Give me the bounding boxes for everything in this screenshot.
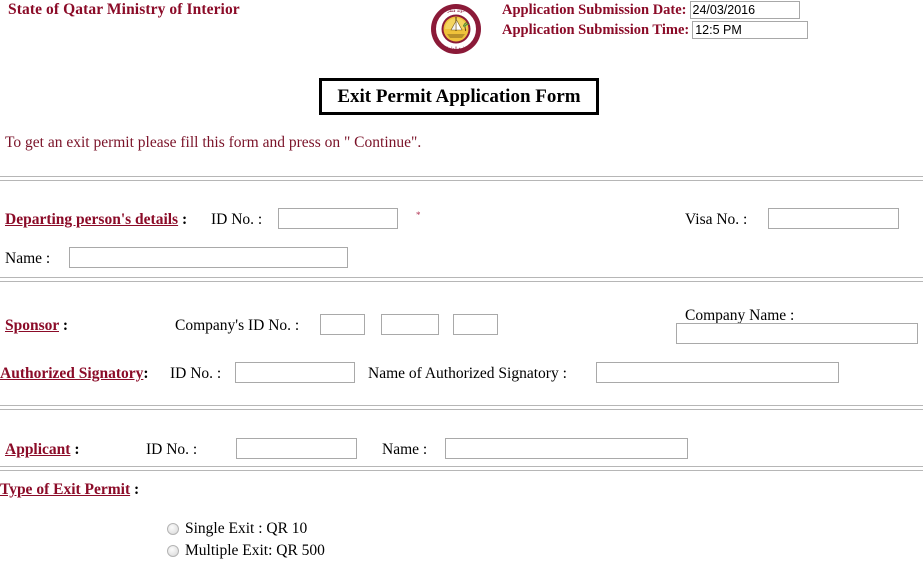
exit-permit-form-page: State of Qatar Ministry of Interior دولة… [0, 0, 923, 575]
section-divider-4 [0, 466, 923, 467]
submission-time-label: Application Submission Time: [502, 22, 690, 38]
applicant-section-text: Applicant [5, 441, 71, 458]
radio-multiple-exit-label: Multiple Exit: QR 500 [185, 542, 325, 559]
signatory-name-label: Name of Authorized Signatory : [368, 365, 567, 382]
submission-info-block: Application Submission Date: Application… [502, 1, 922, 41]
departing-id-input[interactable] [278, 208, 398, 229]
applicant-name-input[interactable] [445, 438, 688, 459]
signatory-name-input[interactable] [596, 362, 839, 383]
visa-no-label: Visa No. : [685, 211, 748, 228]
section-divider-3 [0, 405, 923, 406]
company-id-label: Company's ID No. : [175, 317, 300, 334]
organization-title: State of Qatar Ministry of Interior [8, 1, 240, 18]
permit-type-option-multiple[interactable]: Multiple Exit: QR 500 [167, 543, 325, 559]
page-title: Exit Permit Application Form [337, 85, 581, 107]
departing-person-section-text: Departing person's details [5, 211, 179, 228]
permit-type-section-colon: : [130, 481, 140, 498]
departing-id-label: ID No. : [211, 211, 263, 228]
submission-date-field[interactable] [689, 1, 800, 19]
departing-person-section-label: Departing person's details : [5, 211, 187, 229]
permit-type-section-label: Type of Exit Permit : [0, 481, 139, 499]
departing-name-label: Name : [5, 250, 51, 267]
sponsor-section-text: Sponsor [5, 317, 59, 334]
section-divider-2b [0, 281, 923, 282]
visa-no-input[interactable] [768, 208, 899, 229]
company-name-input[interactable] [676, 323, 918, 344]
permit-type-section-text: Type of Exit Permit [0, 481, 131, 498]
qatar-moi-emblem-icon: دولة قطر وزارة الداخلية [427, 3, 485, 55]
applicant-id-label: ID No. : [146, 441, 198, 458]
svg-text:وزارة الداخلية: وزارة الداخلية [443, 47, 468, 52]
svg-text:دولة قطر: دولة قطر [446, 9, 464, 14]
applicant-id-input[interactable] [236, 438, 357, 459]
submission-time-field[interactable] [692, 21, 809, 39]
authorized-signatory-section-text: Authorized Signatory [0, 365, 144, 382]
applicant-section-colon: : [70, 441, 80, 458]
radio-single-exit-label: Single Exit : QR 10 [185, 520, 308, 537]
departing-id-required-marker: * [416, 210, 421, 220]
signatory-id-label: ID No. : [170, 365, 222, 382]
company-id-part3-input[interactable] [453, 314, 498, 335]
authorized-signatory-section-label: Authorized Signatory: [0, 365, 149, 383]
section-divider-3b [0, 409, 923, 410]
radio-single-exit-icon[interactable] [167, 523, 179, 535]
radio-multiple-exit-icon[interactable] [167, 545, 179, 557]
sponsor-section-colon: : [59, 317, 69, 334]
section-divider-2 [0, 277, 923, 278]
submission-date-row: Application Submission Date: [502, 1, 922, 19]
departing-person-section-colon: : [178, 211, 188, 228]
applicant-name-label: Name : [382, 441, 428, 458]
submission-date-label: Application Submission Date: [502, 2, 687, 18]
submission-time-row: Application Submission Time: [502, 21, 922, 39]
departing-name-input[interactable] [69, 247, 348, 268]
instruction-text: To get an exit permit please fill this f… [5, 134, 422, 151]
permit-type-option-single[interactable]: Single Exit : QR 10 [167, 521, 307, 537]
section-divider-4b [0, 470, 923, 471]
applicant-section-label: Applicant : [5, 441, 80, 459]
authorized-signatory-section-colon: : [143, 365, 149, 382]
form-title-box: Exit Permit Application Form [319, 78, 599, 115]
signatory-id-input[interactable] [235, 362, 355, 383]
company-id-part2-input[interactable] [381, 314, 439, 335]
company-id-part1-input[interactable] [320, 314, 365, 335]
section-divider-1 [0, 176, 923, 177]
section-divider-1b [0, 180, 923, 181]
sponsor-section-label: Sponsor : [5, 317, 68, 335]
